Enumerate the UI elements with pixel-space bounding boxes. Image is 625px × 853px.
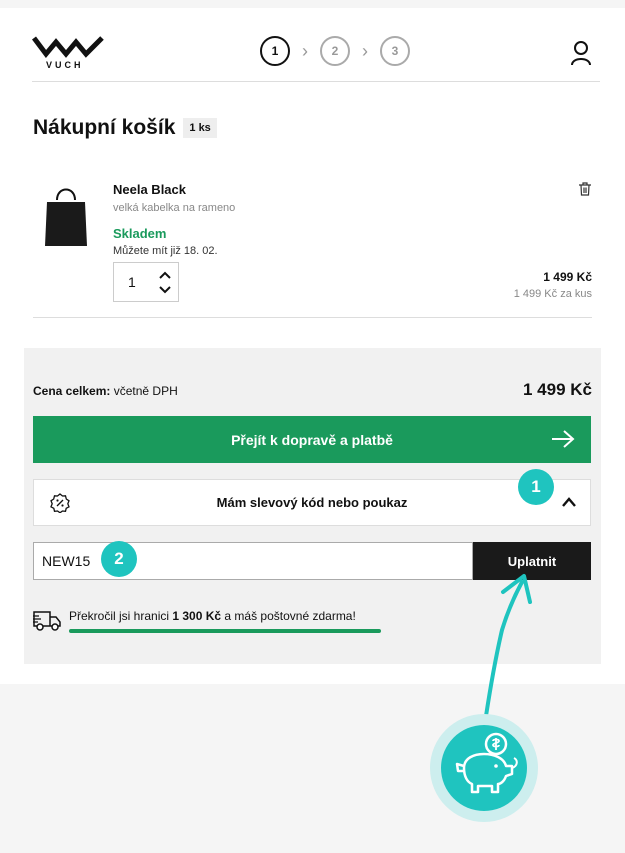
shipping-suffix: a máš poštovné zdarma! xyxy=(224,609,356,623)
item-price: 1 499 Kč xyxy=(543,270,592,284)
total-label: Cena celkem: xyxy=(33,384,111,398)
page-title: Nákupní košík xyxy=(33,116,176,139)
arrow-right-icon xyxy=(552,430,575,448)
step-1[interactable]: 1 xyxy=(260,36,290,66)
cart-title-row: Nákupní košík 1 ks xyxy=(33,116,217,140)
user-icon[interactable] xyxy=(570,40,592,66)
coupon-toggle-label: Mám slevový kód nebo poukaz xyxy=(216,495,408,510)
item-unit-price: 1 499 Kč za kus xyxy=(513,288,592,300)
annotation-badge-1: 1 xyxy=(518,469,554,505)
total-note: včetně DPH xyxy=(113,384,178,398)
cart-page: VUCH 1 › 2 › 3 Nákupní košík 1 ks Neela … xyxy=(0,8,625,684)
annotation-badge-2: 2 xyxy=(101,541,137,577)
order-summary: Cena celkem: včetně DPH 1 499 Kč Přejít … xyxy=(24,348,601,664)
checkout-button[interactable]: Přejít k dopravě a platbě xyxy=(33,416,591,463)
cart-item: Neela Black velká kabelka na rameno Skla… xyxy=(33,170,592,318)
header: VUCH 1 › 2 › 3 xyxy=(32,26,600,82)
coupon-code-input[interactable]: NEW15 xyxy=(33,542,473,580)
stock-status: Skladem xyxy=(113,226,167,241)
quantity-value[interactable]: 1 xyxy=(128,274,136,290)
logo-mark xyxy=(32,36,104,59)
truck-icon xyxy=(33,611,61,631)
shipping-prefix: Překročil jsi hranici xyxy=(69,609,170,623)
item-count-badge: 1 ks xyxy=(183,118,217,138)
step-3[interactable]: 3 xyxy=(380,36,410,66)
checkout-label: Přejít k dopravě a platbě xyxy=(231,431,393,448)
checkout-steps: 1 › 2 › 3 xyxy=(260,36,410,66)
product-name[interactable]: Neela Black xyxy=(113,182,186,197)
trash-icon[interactable] xyxy=(578,182,592,196)
vuch-logo[interactable]: VUCH xyxy=(32,34,104,72)
discount-icon xyxy=(50,493,70,513)
free-shipping-message: Překročil jsi hranici 1 300 Kč a máš poš… xyxy=(69,609,356,623)
chevron-down-icon[interactable] xyxy=(158,284,172,296)
chevron-up-icon[interactable] xyxy=(158,269,172,281)
product-subtitle: velká kabelka na rameno xyxy=(113,202,236,214)
step-separator: › xyxy=(362,41,368,61)
apply-coupon-button[interactable]: Uplatnit xyxy=(473,542,591,580)
total-label-group: Cena celkem: včetně DPH xyxy=(33,384,178,398)
shipping-amount: 1 300 Kč xyxy=(172,609,222,623)
quantity-stepper[interactable]: 1 xyxy=(113,262,179,302)
piggy-bank-icon xyxy=(455,732,518,794)
logo-text: VUCH xyxy=(46,60,84,70)
free-shipping-progress xyxy=(69,629,381,633)
chevron-up-icon[interactable] xyxy=(562,496,576,508)
step-separator: › xyxy=(302,41,308,61)
step-2[interactable]: 2 xyxy=(320,36,350,66)
coupon-toggle[interactable]: Mám slevový kód nebo poukaz xyxy=(33,479,591,526)
delivery-date: Můžete mít již 18. 02. xyxy=(113,245,218,257)
total-price: 1 499 Kč xyxy=(523,380,592,399)
product-image[interactable] xyxy=(43,184,89,250)
